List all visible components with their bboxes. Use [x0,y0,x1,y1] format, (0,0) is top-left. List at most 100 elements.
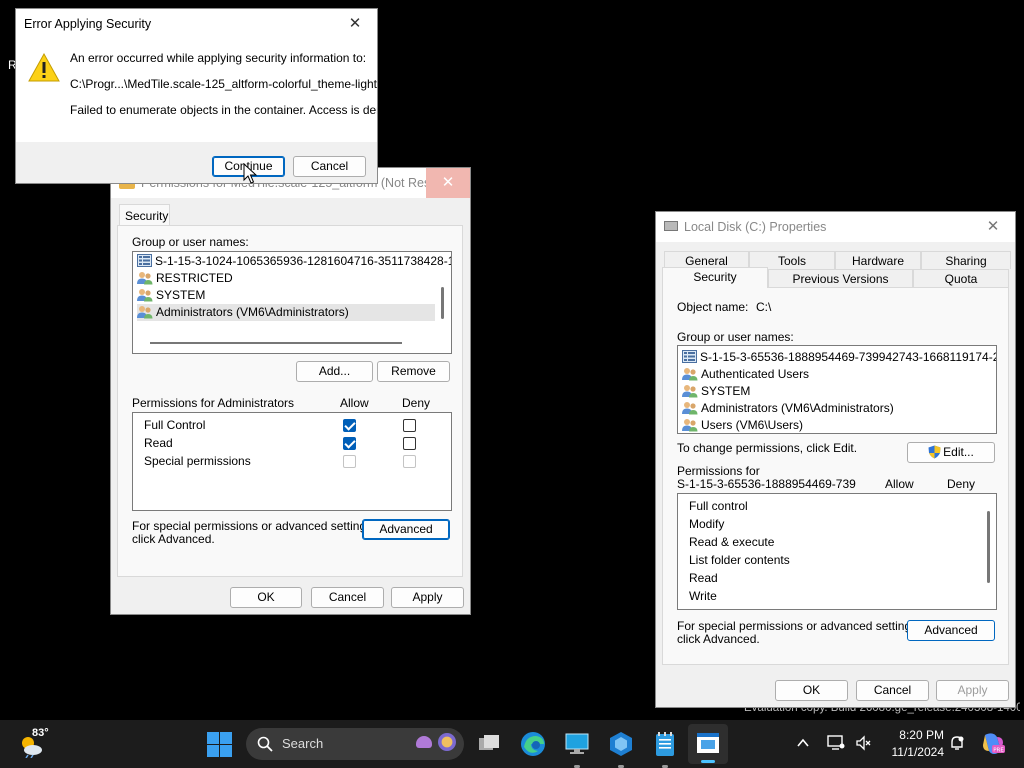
remote-desktop-button[interactable] [564,732,590,768]
edge-button[interactable] [520,731,546,757]
permission-name: Modify [689,517,725,531]
user-name: S-1-15-3-65536-1888954469-739942743-1668… [700,350,997,364]
list-item[interactable]: Users (VM6\Users) [682,417,980,433]
users-icon [682,367,698,381]
error-close-button[interactable]: ✕ [333,9,377,39]
weather-widget[interactable]: 83° [16,726,56,762]
user-name: SYSTEM [156,288,206,302]
shield-icon [928,445,941,459]
list-item[interactable]: Administrators (VM6\Administrators) [137,304,435,321]
object-name-label: Object name: [677,300,749,314]
users-icon [137,288,153,302]
add-button[interactable]: Add... [296,361,373,382]
tab-sharing[interactable]: Sharing [921,251,1011,269]
users-icon [137,305,153,319]
user-name: Authenticated Users [701,367,810,381]
permissions-for-label: Permissions for Administrators [132,396,295,410]
mouse-cursor [243,163,257,184]
horizontal-scrollbar[interactable] [150,342,402,344]
deny-checkbox[interactable] [403,419,416,432]
display-icon[interactable] [827,735,845,751]
clock[interactable]: 8:20 PM 11/1/2024 [882,726,945,762]
allow-checkbox[interactable] [343,437,356,450]
permission-name: Full control [689,499,748,513]
ok-button[interactable]: OK [230,587,302,608]
deny-checkbox [403,455,416,468]
permissions-for-label: Permissions for [677,464,760,478]
tab-security[interactable]: Security [662,267,768,288]
list-item[interactable]: Administrators (VM6\Administrators) [682,400,980,417]
user-name: S-1-15-3-1024-1065365936-1281604716-3511… [155,254,452,268]
permissions-for-sid: S-1-15-3-65536-1888954469-739 [677,477,856,491]
allow-header: Allow [885,477,914,491]
user-list[interactable]: S-1-15-3-65536-1888954469-739942743-1668… [677,345,997,434]
list-item[interactable]: Authenticated Users [682,366,980,383]
edit-button[interactable]: Edit... [907,442,995,463]
edge-icon [521,732,545,756]
special-text-1: For special permissions or advanced sett… [677,619,921,633]
apply-button[interactable]: Apply [936,680,1009,701]
users-icon [682,418,698,432]
cancel-button[interactable]: Cancel [856,680,929,701]
apply-button[interactable]: Apply [391,587,464,608]
allow-header: Allow [340,396,369,410]
windows-start-icon [207,732,232,757]
list-item[interactable]: SYSTEM [137,287,435,304]
list-item[interactable]: RESTRICTED [137,270,435,287]
error-titlebar[interactable]: Error Applying Security ✕ [16,9,377,39]
local-disk-properties: Local Disk (C:) Properties ✕ General Tool… [655,211,1016,708]
task-view-button[interactable] [477,732,501,756]
cancel-button[interactable]: Cancel [311,587,384,608]
user-list[interactable]: S-1-15-3-1024-1065365936-1281604716-3511… [132,251,452,354]
vertical-scrollbar[interactable] [441,287,444,319]
vertical-scrollbar[interactable] [987,511,990,583]
properties-titlebar[interactable]: Local Disk (C:) Properties ✕ [656,212,1015,242]
permissions-close-button[interactable]: ✕ [426,168,470,198]
users-icon [682,384,698,398]
error-dialog: Error Applying Security ✕ An error occur… [15,8,378,184]
drive-icon [664,221,678,231]
special-text-1: For special permissions or advanced sett… [132,519,376,533]
app-button[interactable] [608,731,634,768]
notepad-button[interactable] [653,731,677,768]
sid-icon [137,254,152,268]
user-name: Administrators (VM6\Administrators) [156,305,349,319]
volume-muted-icon[interactable] [855,735,871,751]
advanced-button[interactable]: Advanced [362,519,450,540]
error-cancel-button[interactable]: Cancel [293,156,366,177]
user-name: RESTRICTED [156,271,233,285]
edit-button-label: Edit... [943,445,974,459]
deny-header: Deny [402,396,431,410]
error-title: Error Applying Security [24,17,152,31]
permissions-list: Full Control Read Special permissions [132,412,452,511]
tab-hardware[interactable]: Hardware [835,251,921,269]
list-item[interactable]: SYSTEM [682,383,980,400]
error-message: An error occurred while applying securit… [70,51,367,65]
warning-icon [28,53,60,82]
list-item[interactable]: S-1-15-3-65536-1888954469-739942743-1668… [682,349,996,366]
sid-icon [682,350,697,364]
user-name: Users (VM6\Users) [701,418,804,432]
tab-quota[interactable]: Quota [913,269,1009,287]
taskbar: 83° Search 8:20 PM 11/1/2024 PRE [0,720,1024,768]
chevron-up-icon[interactable] [796,736,810,750]
tab-previous-versions[interactable]: Previous Versions [768,269,913,287]
allow-checkbox[interactable] [343,419,356,432]
user-name: Administrators (VM6\Administrators) [701,401,894,415]
ok-button[interactable]: OK [775,680,848,701]
users-icon [682,401,698,415]
deny-checkbox[interactable] [403,437,416,450]
notification-icon[interactable] [949,735,965,751]
search-box[interactable]: Search [246,728,464,760]
properties-window-button[interactable] [688,724,728,764]
remove-button[interactable]: Remove [377,361,450,382]
weather-temp: 83° [32,727,49,739]
tab-security[interactable]: Security [119,204,170,226]
list-item[interactable]: S-1-15-3-1024-1065365936-1281604716-3511… [137,253,451,270]
advanced-button[interactable]: Advanced [907,620,995,641]
copilot-icon[interactable]: PRE [980,731,1006,757]
properties-close-button[interactable]: ✕ [971,212,1015,242]
properties-title: Local Disk (C:) Properties [684,220,827,234]
start-button[interactable] [207,732,232,757]
search-highlight-icon [416,736,432,748]
